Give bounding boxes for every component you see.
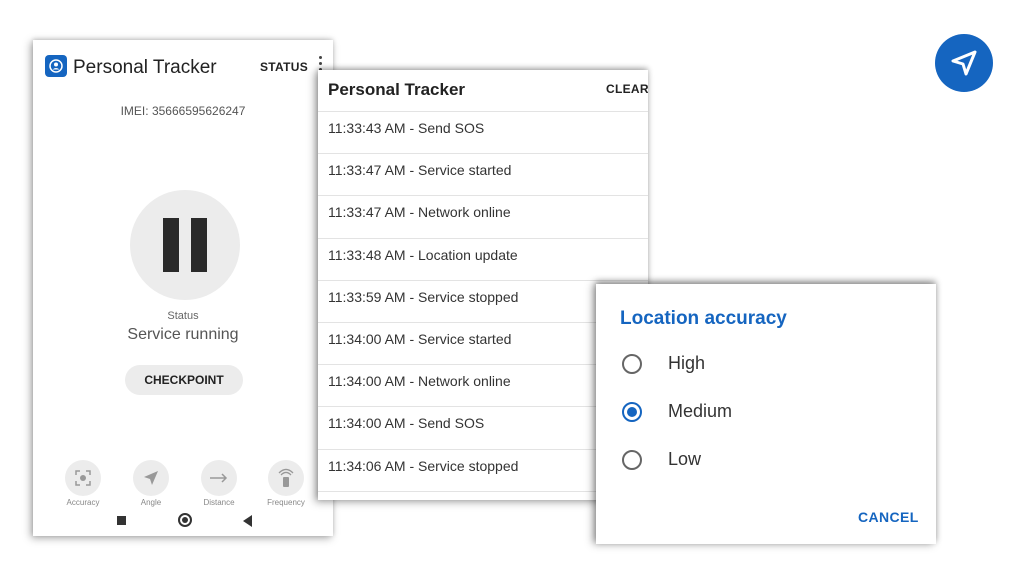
distance-icon bbox=[210, 473, 228, 483]
navigation-arrow-icon bbox=[951, 50, 977, 76]
accuracy-label: Accuracy bbox=[66, 498, 100, 507]
status-button[interactable]: STATUS bbox=[260, 60, 308, 74]
log-entry: 11:33:48 AM - Location update bbox=[318, 239, 648, 281]
log-title: Personal Tracker bbox=[328, 80, 466, 99]
main-app-bar: Personal Tracker STATUS bbox=[33, 40, 333, 96]
angle-shortcut[interactable]: Angle bbox=[121, 460, 181, 507]
distance-shortcut[interactable]: Distance bbox=[189, 460, 249, 507]
main-screen: Personal Tracker STATUS IMEI: 3566659562… bbox=[33, 40, 333, 536]
imei-value: 35666595626247 bbox=[151, 104, 246, 118]
option-medium-label: Medium bbox=[668, 401, 733, 421]
log-entry: 11:33:43 AM - Send SOS bbox=[318, 112, 648, 155]
pause-button[interactable] bbox=[130, 190, 240, 300]
brand-logo bbox=[935, 34, 993, 92]
person-pin-icon bbox=[45, 55, 67, 77]
app-title: Personal Tracker bbox=[73, 57, 217, 78]
radio-high[interactable] bbox=[622, 354, 642, 374]
cancel-button[interactable]: CANCEL bbox=[858, 509, 919, 525]
frequency-icon bbox=[278, 468, 294, 487]
checkpoint-button[interactable]: CHECKPOINT bbox=[125, 365, 243, 395]
home-nav-icon[interactable] bbox=[178, 513, 192, 527]
back-nav-icon[interactable] bbox=[243, 515, 252, 527]
angle-icon bbox=[144, 471, 158, 485]
distance-label: Distance bbox=[203, 498, 235, 507]
radio-low[interactable] bbox=[622, 450, 642, 470]
radio-medium[interactable] bbox=[622, 402, 642, 422]
status-label: Status bbox=[167, 310, 199, 322]
settings-shortcuts: Accuracy Angle Distance Frequency bbox=[33, 460, 333, 510]
frequency-label: Frequency bbox=[267, 498, 305, 507]
system-nav-bar bbox=[33, 508, 333, 536]
dialog-title: Location accuracy bbox=[620, 308, 787, 329]
log-app-bar: Personal Tracker CLEAR bbox=[318, 70, 648, 112]
location-accuracy-dialog: Location accuracy High Medium Low CANCEL bbox=[596, 284, 936, 544]
accuracy-shortcut[interactable]: Accuracy bbox=[53, 460, 113, 507]
option-medium[interactable]: Medium bbox=[620, 397, 900, 427]
log-entry: 11:33:47 AM - Network online bbox=[318, 196, 648, 239]
option-high[interactable]: High bbox=[620, 349, 900, 379]
frequency-shortcut[interactable]: Frequency bbox=[256, 460, 316, 507]
log-entry: 11:33:47 AM - Service started bbox=[318, 154, 648, 197]
angle-label: Angle bbox=[140, 498, 162, 507]
stage: Personal Tracker STATUS IMEI: 3566659562… bbox=[0, 0, 1024, 576]
option-high-label: High bbox=[668, 353, 706, 373]
option-low-label: Low bbox=[668, 449, 702, 469]
status-value: Service running bbox=[127, 326, 239, 343]
option-low[interactable]: Low bbox=[620, 445, 900, 475]
imei-text: IMEI: 35666595626247 bbox=[33, 104, 333, 118]
imei-label: IMEI: bbox=[120, 104, 149, 118]
clear-button[interactable]: CLEAR bbox=[606, 82, 648, 96]
accuracy-icon bbox=[75, 470, 91, 486]
recents-nav-icon[interactable] bbox=[117, 516, 126, 525]
